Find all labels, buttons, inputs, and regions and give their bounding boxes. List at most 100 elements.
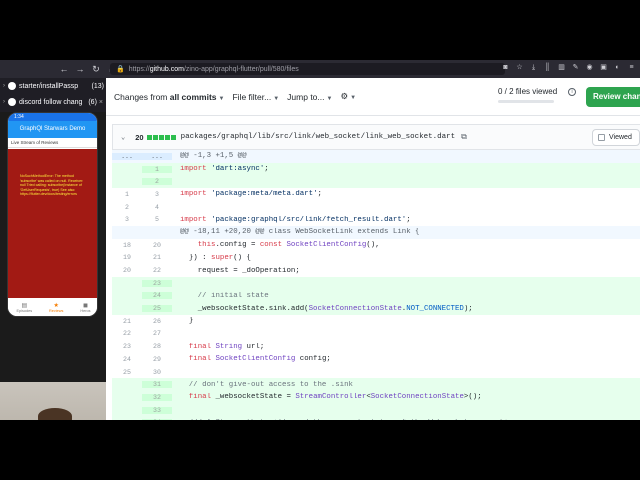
old-line-number[interactable]: ... [112, 152, 142, 160]
viewed-checkbox[interactable]: Viewed [592, 129, 640, 146]
diff-line-row: 24 // initial state [112, 289, 640, 303]
files-viewed-count: 0 / 2 files viewed [498, 87, 558, 96]
phone-bottom-nav: ▤ Episodes ★ Reviews ◼ Heros [8, 298, 97, 316]
old-line-number[interactable]: 23 [112, 343, 142, 350]
gear-icon: ⚙ [340, 91, 349, 101]
new-line-number[interactable]: 3 [142, 191, 172, 198]
address-bar[interactable]: 🔒 https:// github.com /zino-app/graphql-… [110, 63, 505, 75]
forward-icon[interactable]: → [72, 64, 88, 74]
chevron-down-icon[interactable]: ⌄ [121, 133, 125, 142]
diff-line-row: 19 21 }) : super() { [112, 252, 640, 265]
new-line-number[interactable]: 25 [142, 305, 172, 313]
old-line-number[interactable]: 19 [112, 254, 142, 261]
new-line-number[interactable]: 20 [142, 242, 172, 249]
sidebar-icon[interactable]: ▥ [557, 63, 566, 73]
library-icon[interactable]: ║ [543, 63, 552, 73]
diff-line-row: 24 29 final SocketClientConfig config; [112, 353, 640, 366]
emulator-pane: 1:34 GraphQl Starwars Demo Live Stream o… [0, 112, 106, 420]
menu-icon[interactable]: ≡ [627, 63, 636, 73]
file-filter-dropdown[interactable]: File filter... ▼ [232, 92, 279, 102]
phone-status-bar: 1:34 [8, 113, 97, 121]
extension-icon[interactable]: ◉ [585, 63, 594, 73]
old-line-number[interactable]: 22 [112, 330, 142, 337]
nav-heros[interactable]: ◼ Heros [80, 302, 90, 313]
phone-emulator[interactable]: 1:34 GraphQl Starwars Demo Live Stream o… [7, 112, 98, 317]
new-line-number[interactable]: 21 [142, 254, 172, 261]
new-line-number[interactable]: 2 [142, 178, 172, 186]
diff-line-row: 31 // don't give-out access to the .sink [112, 378, 640, 392]
diff-line-row: 34 /// A Stream that will send the curre… [112, 416, 640, 420]
heros-icon: ◼ [82, 302, 88, 309]
chevron-right-icon: › [3, 83, 5, 89]
close-icon[interactable]: × [99, 99, 103, 106]
download-icon[interactable]: ⤓ [529, 63, 538, 73]
code-line: import 'dart:async'; [180, 165, 269, 174]
code-line: @@ -1,3 +1,5 @@ [180, 152, 247, 161]
new-line-number[interactable]: 22 [142, 267, 172, 274]
hunk-header-row: @@ -18,11 +20,20 @@ class WebSocketLink … [112, 226, 640, 239]
extension-icon[interactable]: ▣ [599, 63, 608, 73]
tab-count: (13) [91, 82, 104, 90]
file-path[interactable]: packages/graphql/lib/src/link/web_socket… [181, 133, 456, 141]
settings-dropdown[interactable]: ⚙ ▼ [340, 91, 356, 102]
code-line: final _websocketState = StreamController… [188, 393, 482, 402]
old-line-number[interactable]: 20 [112, 267, 142, 274]
old-line-number[interactable]: 25 [112, 369, 142, 376]
star-icon: ★ [53, 302, 59, 309]
code-line: /// A Stream that will send the current … [172, 419, 640, 420]
error-screen: NoSuchMethodError: The method 'subscribe… [8, 149, 97, 299]
new-line-number[interactable]: 32 [142, 393, 172, 401]
new-line-number[interactable]: 5 [142, 216, 172, 223]
copy-path-icon[interactable]: ⧉ [461, 133, 467, 142]
pr-toolbar: Changes from all commits ▼ File filter...… [106, 78, 640, 116]
tab-label: starter/installPassp [19, 82, 79, 90]
back-icon[interactable]: ← [56, 64, 72, 74]
url-path: /zino-app/graphql-flutter/pull/580/files [183, 65, 299, 73]
diff-line-row: 32 final _websocketState = StreamControl… [112, 391, 640, 404]
tab-item[interactable]: › discord follow chang (6) × [0, 94, 106, 110]
new-line-number[interactable]: 29 [142, 356, 172, 363]
pocket-icon[interactable]: ◙ [501, 63, 510, 73]
new-line-number[interactable]: 1 [142, 165, 172, 173]
old-line-number[interactable]: 1 [112, 191, 142, 198]
diff-line-row: 24 [112, 201, 640, 214]
new-line-number[interactable]: 24 [142, 292, 172, 300]
code-line: final SocketClientConfig config; [188, 355, 331, 364]
new-line-number[interactable]: 34 [142, 419, 172, 420]
code-line: import 'package:meta/meta.dart'; [180, 190, 322, 199]
old-line-number[interactable]: 2 [112, 204, 142, 211]
error-message: NoSuchMethodError: The method 'subscribe… [20, 174, 84, 196]
old-line-number[interactable]: 18 [112, 242, 142, 249]
extension-icon[interactable]: ◐ [613, 63, 622, 73]
checkbox-icon [598, 134, 605, 141]
nav-episodes[interactable]: ▤ Episodes [16, 302, 32, 313]
info-icon[interactable]: i [568, 88, 576, 96]
new-line-number[interactable]: 26 [142, 318, 172, 325]
webcam-overlay [0, 382, 106, 420]
jump-to-dropdown[interactable]: Jump to... ▼ [287, 92, 332, 102]
new-line-number[interactable]: 28 [142, 343, 172, 350]
reload-icon[interactable]: ↻ [88, 64, 104, 75]
new-line-number[interactable]: 4 [142, 204, 172, 211]
old-line-number[interactable]: 21 [112, 318, 142, 325]
old-line-number[interactable]: 3 [112, 216, 142, 223]
review-changes-button[interactable]: Review changes [586, 87, 640, 107]
tab-count: (6) [88, 98, 97, 106]
caret-down-icon: ▼ [218, 95, 225, 102]
new-line-number[interactable]: ... [142, 152, 172, 160]
new-line-number[interactable]: 30 [142, 369, 172, 376]
github-pr-files: Changes from all commits ▼ File filter...… [106, 78, 640, 420]
new-line-number[interactable]: 27 [142, 330, 172, 337]
bookmark-star-icon[interactable]: ☆ [515, 63, 524, 73]
new-line-number[interactable]: 23 [142, 279, 172, 287]
code-line: final String url; [188, 342, 265, 351]
old-line-number[interactable]: 24 [112, 356, 142, 363]
nav-reviews[interactable]: ★ Reviews [49, 302, 63, 313]
diff-line-row: 33 [112, 403, 640, 417]
diffstat [146, 134, 176, 140]
tab-item[interactable]: › starter/installPassp (13) [0, 78, 106, 94]
changes-from-dropdown[interactable]: Changes from all commits ▼ [114, 92, 224, 102]
new-line-number[interactable]: 33 [142, 406, 172, 414]
new-line-number[interactable]: 31 [142, 381, 172, 389]
extension-icon[interactable]: ✎ [571, 63, 580, 73]
